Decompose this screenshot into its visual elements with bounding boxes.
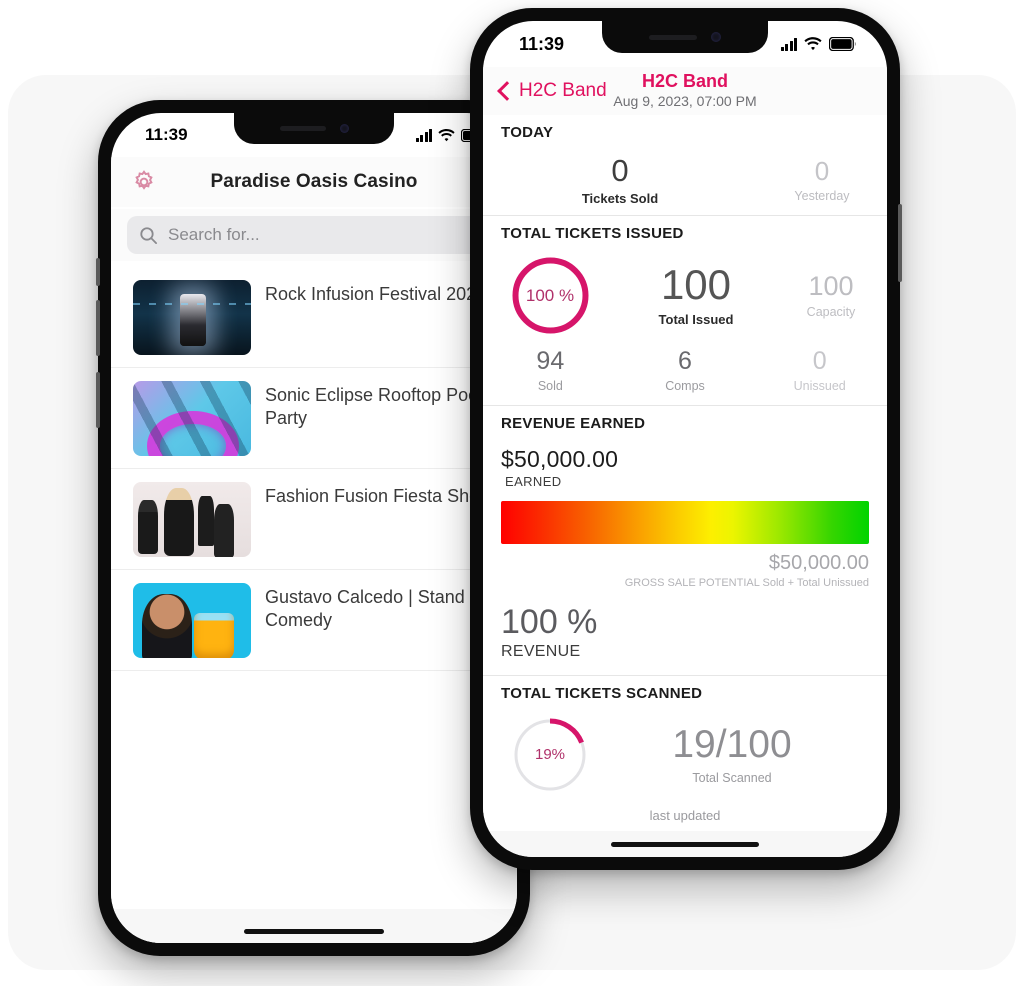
yesterday-label: Yesterday bbox=[794, 188, 850, 203]
total-issued-stat: 100 Total Issued bbox=[617, 261, 775, 328]
event-title: Fashion Fusion Fiesta Show bbox=[265, 486, 493, 506]
comps-label: Comps bbox=[665, 379, 705, 393]
issued-ring-wrapper: 100 % bbox=[483, 254, 617, 337]
home-indicator[interactable] bbox=[611, 842, 759, 847]
unissued-label: Unissued bbox=[793, 379, 846, 393]
list-item[interactable]: Gustavo Calcedo | Stand Up Comedy bbox=[111, 570, 517, 671]
total-scanned-label: Total Scanned bbox=[692, 770, 772, 785]
event-thumbnail bbox=[133, 280, 251, 355]
last-updated-text: last updated bbox=[649, 807, 721, 823]
earned-amount: $50,000.00 bbox=[501, 446, 619, 472]
list-item[interactable]: Sonic Eclipse Rooftop Pool Party bbox=[111, 368, 517, 469]
section-header-total-tickets-scanned: TOTAL TICKETS SCANNED bbox=[501, 684, 703, 702]
event-title: Sonic Eclipse Rooftop Pool Party bbox=[265, 385, 483, 429]
event-title: Rock Infusion Festival 2023 bbox=[265, 284, 487, 304]
earned-label: EARNED bbox=[505, 474, 562, 489]
sold-label: Sold bbox=[537, 379, 563, 393]
scanned-stats-row: 19% 19/100 Total Scanned bbox=[483, 706, 887, 796]
gross-sale-potential: $50,000.00 GROSS SALE POTENTIAL Sold + T… bbox=[483, 544, 887, 591]
gross-amount: $50,000.00 bbox=[768, 552, 869, 574]
back-button-label: H2C Band bbox=[519, 80, 607, 101]
event-thumbnail bbox=[133, 482, 251, 557]
left-phone-mute-switch[interactable] bbox=[96, 372, 100, 428]
left-phone-device: 11:39 Paradise Oasis Casino Search for..… bbox=[96, 100, 530, 956]
scanned-ring-percent: 19% bbox=[534, 746, 566, 764]
scanned-ring-wrapper: 19% bbox=[483, 716, 617, 794]
dashboard-content: TODAY 0 Tickets Sold 0 Yesterday TOTAL T… bbox=[483, 115, 887, 831]
right-phone-power-button[interactable] bbox=[898, 204, 902, 282]
capacity-value: 100 bbox=[808, 270, 854, 301]
sold-value: 94 bbox=[536, 347, 565, 375]
gross-caption: GROSS SALE POTENTIAL Sold + Total Unissu… bbox=[624, 577, 869, 589]
section-header-revenue-earned: REVENUE EARNED bbox=[501, 415, 646, 432]
unissued-value: 0 bbox=[812, 347, 827, 375]
comps-value: 6 bbox=[678, 347, 692, 375]
revenue-percent-label: REVENUE bbox=[501, 642, 581, 660]
comps-stat: 6 Comps bbox=[618, 347, 753, 394]
section-header-today: TODAY bbox=[501, 124, 554, 141]
list-item[interactable]: Fashion Fusion Fiesta Show bbox=[111, 469, 517, 570]
left-phone-volume-up-button[interactable] bbox=[96, 258, 100, 286]
wifi-icon bbox=[804, 37, 822, 51]
chevron-left-icon bbox=[497, 81, 517, 101]
status-time: 11:39 bbox=[145, 125, 188, 144]
left-phone-screen: 11:39 Paradise Oasis Casino Search for..… bbox=[111, 113, 517, 943]
battery-icon bbox=[829, 37, 857, 51]
capacity-label: Capacity bbox=[806, 304, 856, 319]
total-issued-label: Total Issued bbox=[658, 312, 734, 327]
wifi-icon bbox=[438, 128, 455, 141]
revenue-gradient-bar bbox=[501, 501, 869, 544]
revenue-percent-value: 100 % bbox=[501, 602, 598, 641]
right-status-bar: 11:39 bbox=[483, 21, 887, 67]
total-scanned-stat: 19/100 Total Scanned bbox=[617, 725, 887, 785]
status-time: 11:39 bbox=[519, 33, 565, 54]
issued-primary-row: 100 % 100 Total Issued 100 Capacity bbox=[483, 246, 887, 339]
issued-progress-ring: 100 % bbox=[509, 254, 592, 337]
list-item[interactable]: Rock Infusion Festival 2023 bbox=[111, 267, 517, 368]
event-title: Gustavo Calcedo | Stand Up Comedy bbox=[265, 587, 493, 631]
right-phone-device: 11:39 H2C Band H2C Band Aug 9, 2023, 07:… bbox=[470, 8, 902, 870]
search-icon bbox=[140, 226, 158, 244]
gear-icon[interactable] bbox=[131, 169, 157, 195]
scanned-progress-ring: 19% bbox=[511, 716, 589, 794]
yesterday-stat: 0 Yesterday bbox=[757, 158, 887, 203]
page-title: Paradise Oasis Casino bbox=[210, 171, 418, 192]
search-input[interactable]: Search for... bbox=[127, 216, 501, 254]
signal-bars-icon bbox=[415, 128, 432, 142]
signal-bars-icon bbox=[780, 37, 797, 51]
search-placeholder: Search for... bbox=[168, 225, 260, 244]
total-scanned-value: 19/100 bbox=[672, 722, 792, 766]
left-navbar: Paradise Oasis Casino bbox=[111, 157, 517, 207]
left-status-bar: 11:39 bbox=[111, 113, 517, 157]
event-list: Rock Infusion Festival 2023 Sonic Eclips… bbox=[111, 267, 517, 943]
capacity-stat: 100 Capacity bbox=[775, 270, 887, 319]
yesterday-value: 0 bbox=[814, 155, 830, 186]
sold-stat: 94 Sold bbox=[483, 347, 618, 394]
total-issued-value: 100 bbox=[660, 261, 732, 308]
event-thumbnail bbox=[133, 381, 251, 456]
today-stats-row: 0 Tickets Sold 0 Yesterday bbox=[483, 145, 887, 215]
left-bottom-bar bbox=[111, 909, 517, 943]
section-header-total-tickets-issued: TOTAL TICKETS ISSUED bbox=[501, 225, 684, 242]
back-button[interactable]: H2C Band bbox=[497, 80, 607, 102]
right-phone-screen: 11:39 H2C Band H2C Band Aug 9, 2023, 07:… bbox=[483, 21, 887, 857]
issued-secondary-row: 94 Sold 6 Comps 0 Unissued bbox=[483, 339, 887, 405]
event-thumbnail bbox=[133, 583, 251, 658]
right-navbar: H2C Band H2C Band Aug 9, 2023, 07:00 PM bbox=[483, 67, 887, 115]
search-bar-container: Search for... bbox=[111, 209, 517, 261]
tickets-sold-stat: 0 Tickets Sold bbox=[483, 155, 757, 206]
left-phone-volume-down-button[interactable] bbox=[96, 300, 100, 356]
unissued-stat: 0 Unissued bbox=[752, 347, 887, 394]
tickets-sold-label: Tickets Sold bbox=[581, 190, 659, 206]
issued-ring-percent: 100 % bbox=[525, 285, 575, 305]
tickets-sold-value: 0 bbox=[611, 152, 629, 188]
home-indicator[interactable] bbox=[244, 929, 384, 934]
